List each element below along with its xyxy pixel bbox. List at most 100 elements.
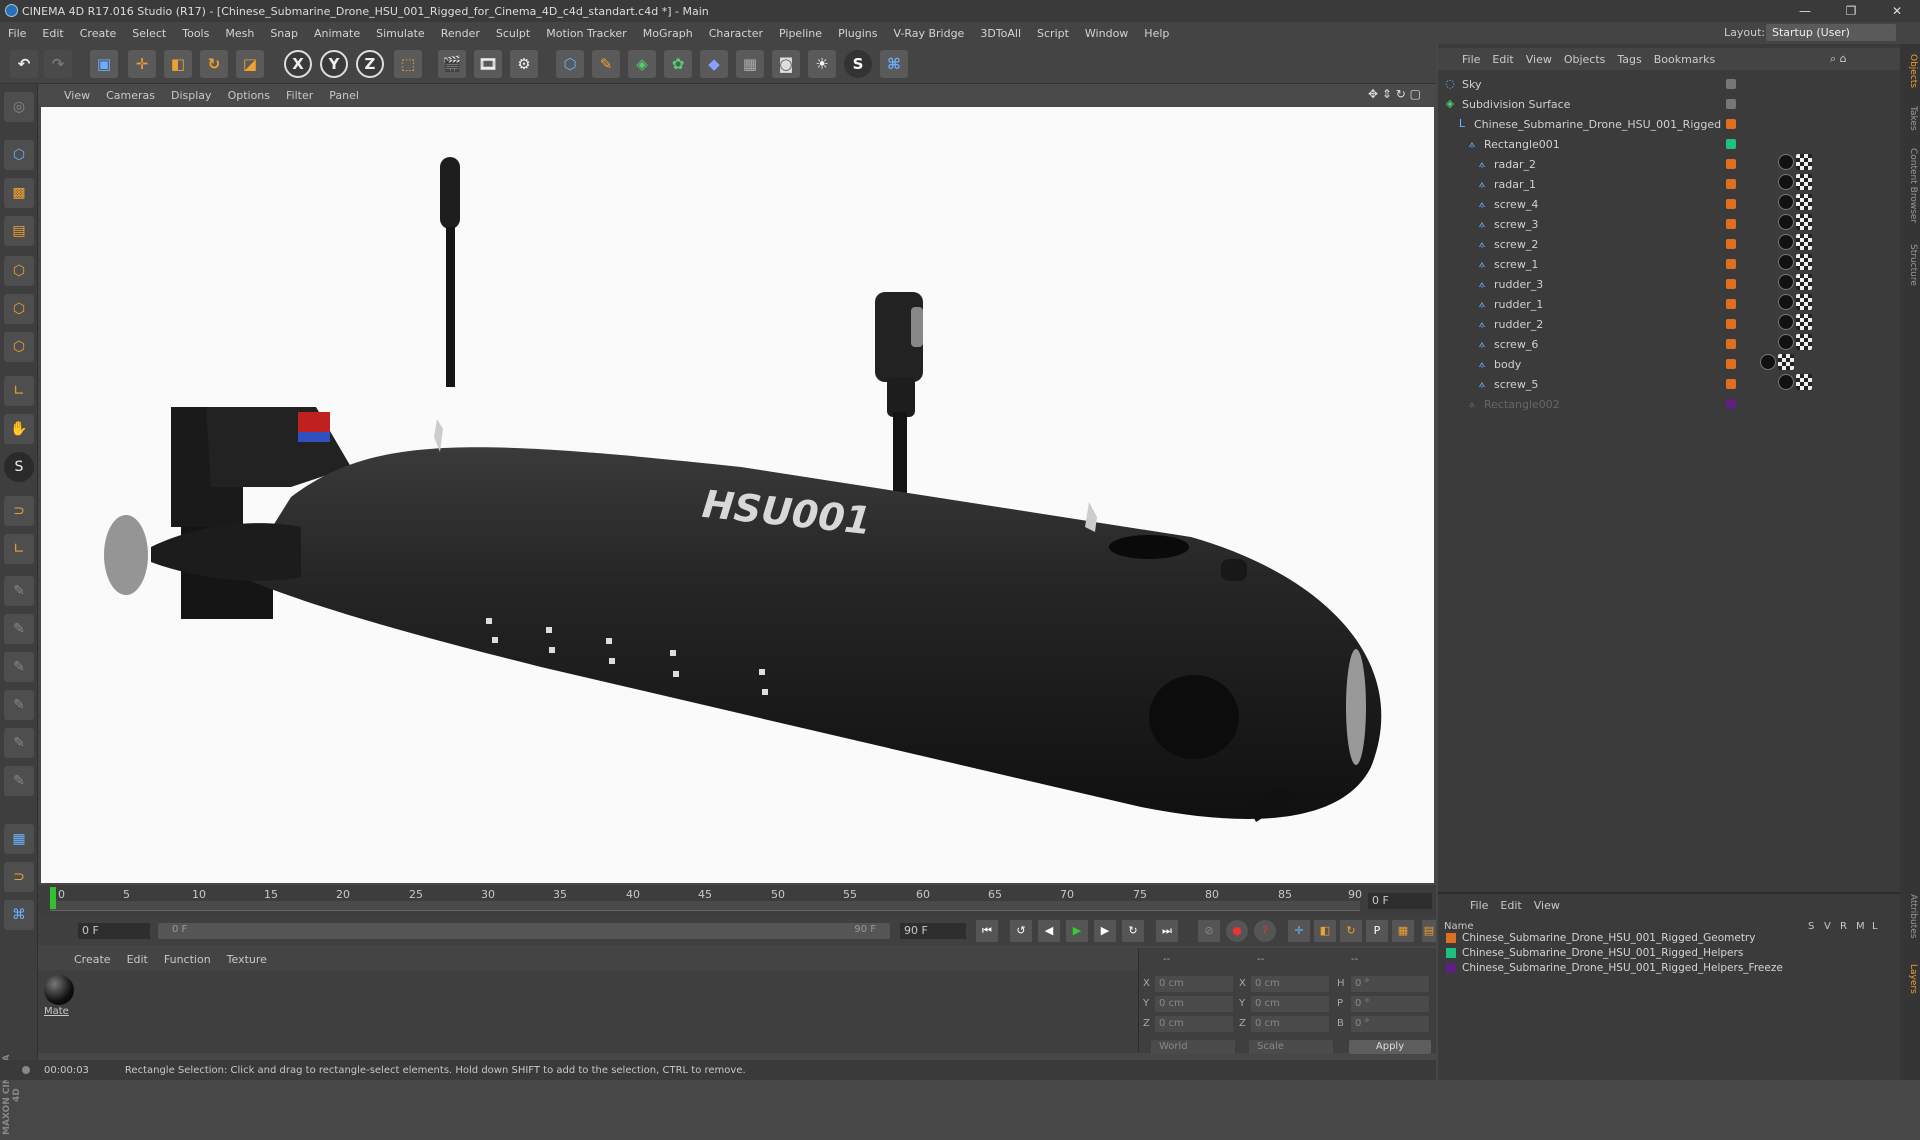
scale-icon[interactable]: ◧	[164, 50, 192, 78]
key-scale-icon[interactable]: ◧	[1314, 920, 1336, 942]
layer-swatch[interactable]	[1726, 79, 1736, 89]
menu-pipeline[interactable]: Pipeline	[771, 27, 830, 40]
rotate-icon[interactable]: ↻	[200, 50, 228, 78]
material-tag[interactable]	[1778, 274, 1794, 290]
edges-mode-icon[interactable]: ⬡	[4, 294, 34, 324]
layer-row-geometry[interactable]: Chinese_Submarine_Drone_HSU_001_Rigged_G…	[1446, 930, 1755, 945]
play-icon[interactable]: ▶	[1066, 920, 1088, 942]
render-settings-icon[interactable]: ⚙	[510, 50, 538, 78]
camera-icon[interactable]: ◙	[772, 50, 800, 78]
help-key-icon[interactable]: ?	[1254, 920, 1276, 942]
playhead[interactable]	[50, 887, 56, 909]
coord-sz[interactable]: 0 cm	[1251, 1016, 1329, 1032]
layer-swatch[interactable]	[1726, 99, 1736, 109]
timeline-track[interactable]	[50, 901, 1360, 911]
side-tab-content-browser[interactable]: Content Browser	[1902, 148, 1918, 223]
tree-item-rectangle002[interactable]: ⟑ Rectangle002	[1466, 394, 1748, 414]
menu-character[interactable]: Character	[701, 27, 771, 40]
next-frame-icon[interactable]: ▶	[1094, 920, 1116, 942]
undo-icon[interactable]: ↶	[10, 50, 38, 78]
menu-help[interactable]: Help	[1136, 27, 1177, 40]
layer-row-helpers-freeze[interactable]: Chinese_Submarine_Drone_HSU_001_Rigged_H…	[1446, 960, 1783, 975]
obj-menu-objects[interactable]: Objects	[1558, 53, 1612, 66]
cloner-icon[interactable]: ✿	[664, 50, 692, 78]
coord-scale-select[interactable]: Scale	[1249, 1040, 1333, 1054]
tree-item-screw-1[interactable]: ⟑ screw_1	[1476, 254, 1758, 274]
layer-swatch[interactable]	[1726, 139, 1736, 149]
tree-item-screw-5[interactable]: ⟑ screw_5	[1476, 374, 1758, 394]
goto-start-icon[interactable]: ⏮	[976, 920, 998, 942]
viewport-menu-filter[interactable]: Filter	[278, 89, 321, 102]
side-tab-objects[interactable]: Objects	[1902, 54, 1918, 88]
coord-pz[interactable]: 0 cm	[1155, 1016, 1233, 1032]
menu-select[interactable]: Select	[124, 27, 174, 40]
menu-tools[interactable]: Tools	[174, 27, 217, 40]
snap-icon[interactable]: S	[4, 452, 34, 482]
layer-menu-view[interactable]: View	[1528, 899, 1566, 912]
x-axis-lock[interactable]: X	[284, 50, 312, 78]
next-key-icon[interactable]: ↻	[1122, 920, 1144, 942]
side-tab-layers[interactable]: Layers	[1902, 964, 1918, 994]
key-param-icon[interactable]: P	[1366, 920, 1388, 942]
texture-mode-icon[interactable]: ▩	[4, 178, 34, 208]
key-rotate-icon[interactable]: ↻	[1340, 920, 1362, 942]
menu-script[interactable]: Script	[1029, 27, 1077, 40]
move-icon[interactable]: ✛	[128, 50, 156, 78]
menu-create[interactable]: Create	[72, 27, 125, 40]
obj-search-icon[interactable]: ⌕ ⌂	[1830, 52, 1847, 66]
material-tag[interactable]	[1778, 214, 1794, 230]
texture-tag[interactable]	[1796, 314, 1812, 330]
layer-menu-file[interactable]: File	[1464, 899, 1494, 912]
menu-3dtoall[interactable]: 3DToAll	[972, 27, 1029, 40]
texture-tag[interactable]	[1796, 374, 1812, 390]
z-axis-lock[interactable]: Z	[356, 50, 384, 78]
material-menu-edit[interactable]: Edit	[119, 953, 156, 966]
material-tag[interactable]	[1778, 314, 1794, 330]
obj-menu-edit[interactable]: Edit	[1486, 53, 1519, 66]
menu-motion-tracker[interactable]: Motion Tracker	[538, 27, 634, 40]
material-menu-texture[interactable]: Texture	[219, 953, 275, 966]
autokey-icon[interactable]: ●	[1226, 920, 1248, 942]
material-tag[interactable]	[1778, 174, 1794, 190]
tree-item-screw-2[interactable]: ⟑ screw_2	[1476, 234, 1758, 254]
obj-menu-file[interactable]: File	[1456, 53, 1486, 66]
tree-item-screw-4[interactable]: ⟑ screw_4	[1476, 194, 1758, 214]
viewport-nav-icons[interactable]: ✥ ⇕ ↻ ▢	[1368, 87, 1421, 101]
texture-tag[interactable]	[1796, 294, 1812, 310]
record-icon[interactable]: ⊘	[1198, 920, 1220, 942]
material-tag[interactable]	[1778, 234, 1794, 250]
coord-world-select[interactable]: World	[1151, 1040, 1235, 1054]
coord-h[interactable]: 0 °	[1351, 976, 1429, 992]
menu-plugins[interactable]: Plugins	[830, 27, 885, 40]
layer-swatch[interactable]	[1726, 339, 1736, 349]
tree-item-subdivision-surface[interactable]: ◈ Subdivision Surface	[1444, 94, 1726, 114]
menu-window[interactable]: Window	[1077, 27, 1136, 40]
prev-frame-icon[interactable]: ◀	[1038, 920, 1060, 942]
model-mode-icon[interactable]: ⬡	[4, 140, 34, 170]
texture-tag[interactable]	[1796, 274, 1812, 290]
layer-swatch[interactable]	[1726, 199, 1736, 209]
render-picture-viewer-icon[interactable]: 🎞	[474, 50, 502, 78]
brush-icon-4[interactable]: ✎	[4, 690, 34, 720]
start-frame-field[interactable]: 0 F	[78, 923, 150, 939]
side-tab-attributes[interactable]: Attributes	[1902, 894, 1918, 938]
tree-item-rudder-2[interactable]: ⟑ rudder_2	[1476, 314, 1758, 334]
obj-menu-bookmarks[interactable]: Bookmarks	[1648, 53, 1721, 66]
tree-item-screw-3[interactable]: ⟑ screw_3	[1476, 214, 1758, 234]
recent-tool-icon[interactable]: ◪	[236, 50, 264, 78]
viewport-menu-cameras[interactable]: Cameras	[98, 89, 163, 102]
coord-p[interactable]: 0 °	[1351, 996, 1429, 1012]
menu-mograph[interactable]: MoGraph	[635, 27, 701, 40]
texture-tag[interactable]	[1778, 354, 1794, 370]
end-frame-field[interactable]: 90 F	[900, 923, 966, 939]
layer-swatch[interactable]	[1726, 179, 1736, 189]
material-tag[interactable]	[1778, 294, 1794, 310]
layer-swatch[interactable]	[1726, 279, 1736, 289]
viewport-menu-display[interactable]: Display	[163, 89, 220, 102]
material-tag[interactable]	[1778, 154, 1794, 170]
side-tab-structure[interactable]: Structure	[1902, 244, 1918, 286]
vray-icon[interactable]: S	[844, 50, 872, 78]
render-view-icon[interactable]: 🎬	[438, 50, 466, 78]
layer-swatch[interactable]	[1726, 399, 1736, 409]
coord-px[interactable]: 0 cm	[1155, 976, 1233, 992]
